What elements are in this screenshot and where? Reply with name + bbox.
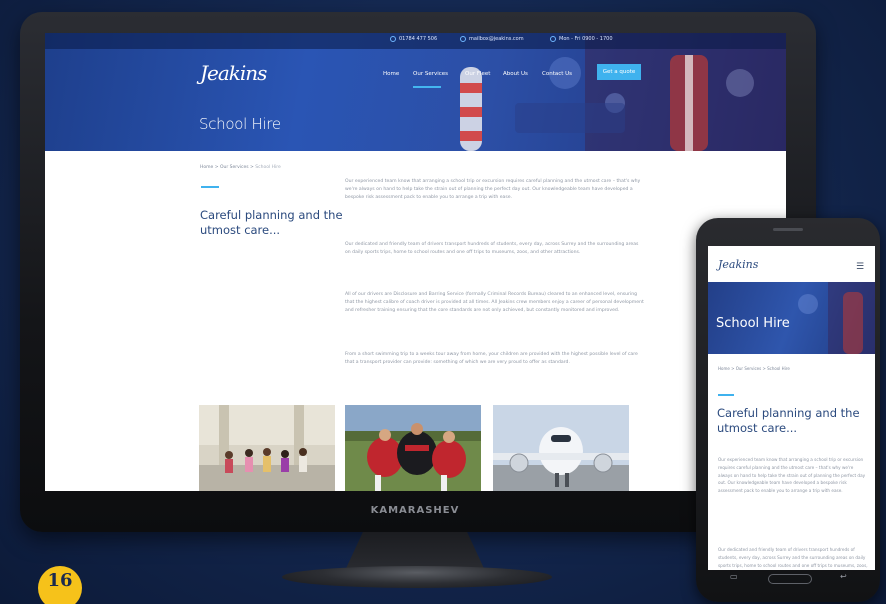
breadcrumb: Home > Our Services > School Hire [200, 165, 281, 170]
accent-divider [201, 186, 219, 188]
page-number-badge: 16 [38, 566, 82, 604]
phone-icon [390, 36, 396, 42]
breadcrumb-current: School Hire [767, 366, 790, 371]
mobile-breadcrumb: Home > Our Services > School Hire [718, 366, 790, 371]
nav-our-services[interactable]: Our Services [413, 71, 448, 77]
nav-our-fleet[interactable]: Our Fleet [465, 71, 490, 77]
monitor-brand-label: KAMARASHEV [370, 505, 460, 516]
intro-heading: Careful planning and the utmost care... [200, 208, 343, 237]
mobile-accent-divider [718, 394, 734, 396]
envelope-icon [460, 36, 466, 42]
hours-info: Mon - Fri 0900 - 1700 [550, 36, 613, 42]
hero-banner: 01784 477 506 mailbox@jeakins.com Mon - … [45, 33, 786, 151]
breadcrumb-current: School Hire [255, 165, 281, 170]
phone-recent-apps-icon[interactable]: ▭ [730, 572, 738, 581]
nav-contact-us[interactable]: Contact Us [542, 71, 572, 77]
aircraft-photo [493, 405, 629, 491]
breadcrumb-home[interactable]: Home [200, 165, 213, 170]
clock-icon [550, 36, 556, 42]
breadcrumb-separator: > [762, 366, 766, 371]
hamburger-menu-icon[interactable]: ☰ [856, 262, 864, 272]
breadcrumb-separator: > [214, 165, 219, 170]
nav-active-indicator [413, 86, 441, 88]
desktop-screen: 01784 477 506 mailbox@jeakins.com Mon - … [45, 33, 786, 491]
mobile-screen: Jeakins ☰ School Hire Home > Our Service… [708, 246, 875, 570]
hero-background-image [460, 33, 786, 151]
monitor-stand-base [282, 566, 552, 588]
get-a-quote-button[interactable]: Get a quote [597, 64, 641, 80]
mobile-intro-heading: Careful planning and the utmost care... [717, 406, 860, 435]
rugby-players-photo [345, 405, 481, 491]
nav-home[interactable]: Home [383, 71, 399, 77]
mobile-body-paragraph-2: Our dedicated and friendly team of drive… [718, 547, 868, 568]
nav-about-us[interactable]: About Us [503, 71, 528, 77]
phone-home-button[interactable] [768, 574, 812, 584]
page-title: School Hire [199, 115, 281, 133]
breadcrumb-our-services[interactable]: Our Services [220, 165, 249, 170]
phone-contact[interactable]: 01784 477 506 [390, 36, 437, 42]
breadcrumb-separator: > [250, 165, 254, 170]
phone-back-icon[interactable]: ↩ [840, 572, 847, 581]
breadcrumb-separator: > [731, 366, 735, 371]
children-running-photo [199, 405, 335, 491]
body-paragraph-2: Our dedicated and friendly team of drive… [345, 242, 639, 256]
phone-speaker [773, 228, 803, 231]
mobile-site-logo[interactable]: Jeakins [718, 258, 758, 271]
body-paragraph-4: From a short swimming trip to a weeks to… [345, 352, 638, 366]
breadcrumb-our-services[interactable]: Our Services [736, 366, 761, 371]
email-contact[interactable]: mailbox@jeakins.com [460, 36, 524, 42]
top-contact-bar: 01784 477 506 mailbox@jeakins.com Mon - … [45, 33, 786, 49]
breadcrumb-home[interactable]: Home [718, 366, 730, 371]
body-paragraph-1: Our experienced team know that arranging… [345, 179, 641, 201]
mobile-body-paragraph-1: Our experienced team know that arranging… [718, 457, 866, 494]
site-logo[interactable]: Jeakins [200, 61, 267, 85]
mobile-page-title: School Hire [716, 316, 790, 331]
body-paragraph-3: All of our drivers are Disclosure and Ba… [345, 292, 644, 314]
